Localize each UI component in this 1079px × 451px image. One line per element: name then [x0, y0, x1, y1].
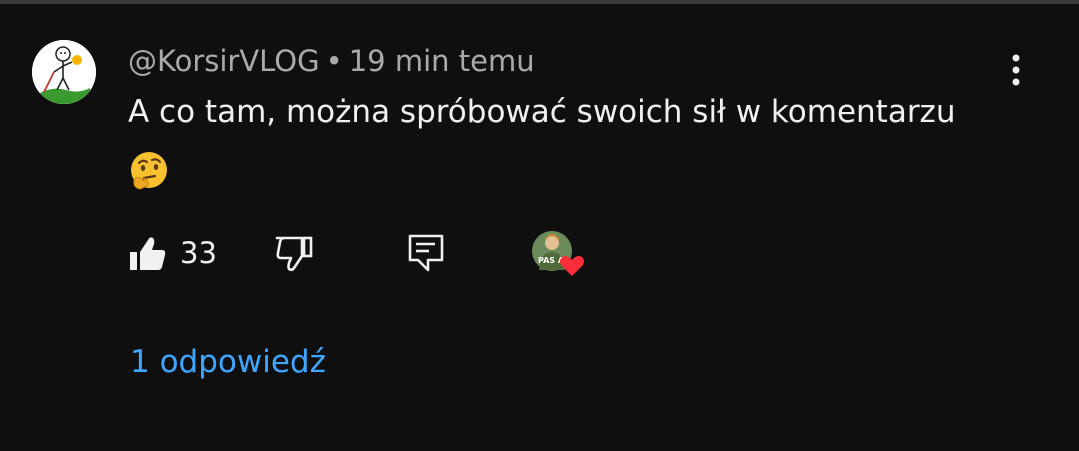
author-name[interactable]: @KorsirVLOG	[128, 44, 320, 78]
dislike-button[interactable]	[272, 232, 316, 276]
kebab-menu-icon	[1012, 54, 1020, 86]
creator-heart-badge[interactable]: PAS A	[531, 230, 591, 280]
creator-avatar-heart-icon: PAS A	[532, 231, 584, 276]
comment-meta: @KorsirVLOG • 19 min temu	[128, 44, 535, 78]
comment-timestamp[interactable]: 19 min temu	[349, 44, 535, 78]
thumbs-down-icon	[275, 236, 313, 272]
top-divider	[0, 0, 1079, 4]
view-replies-link[interactable]: 1 odpowiedź	[130, 344, 326, 380]
like-button[interactable]	[126, 232, 170, 276]
comment-text: A co tam, można spróbować swoich sił w k…	[128, 94, 956, 130]
author-avatar[interactable]	[32, 40, 96, 104]
like-count: 33	[180, 236, 217, 270]
reply-button[interactable]	[404, 230, 448, 274]
thumbs-up-icon	[130, 237, 166, 270]
thinking-face-emoji	[128, 150, 170, 192]
more-options-button[interactable]	[1000, 50, 1032, 90]
meta-separator: •	[325, 44, 343, 78]
comment-icon	[408, 234, 444, 272]
